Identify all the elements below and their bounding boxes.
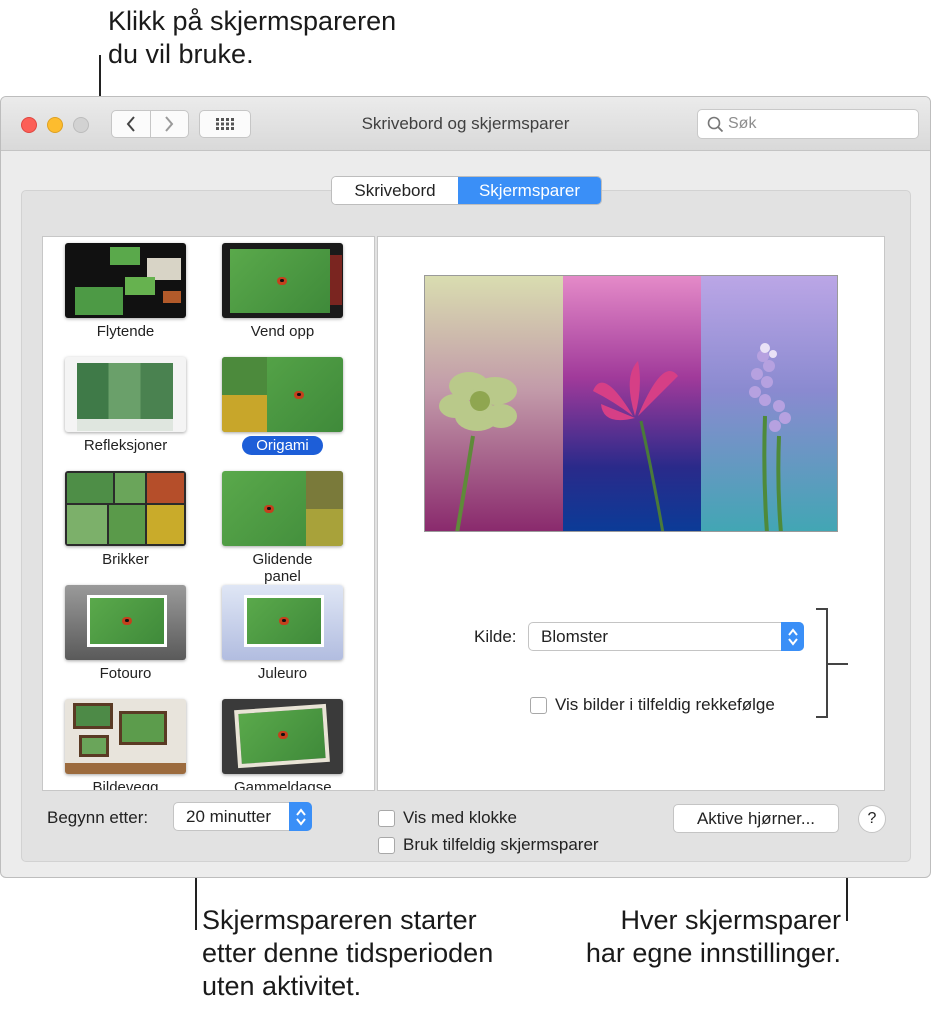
preview-panel-muscari <box>701 276 837 531</box>
search-input[interactable] <box>728 113 908 135</box>
screensaver-list[interactable]: Flytende Vend opp Refleksjoner Origami B… <box>42 236 375 791</box>
start-after-label: Begynn etter: <box>47 808 149 827</box>
callout-line: Hver skjermsparer <box>620 905 841 935</box>
random-screensaver-checkbox[interactable]: Bruk tilfeldig skjermsparer <box>378 835 599 855</box>
title-bar: Skrivebord og skjermsparer <box>1 97 930 151</box>
screensaver-label: Vend opp <box>250 323 315 340</box>
callout-bottom-left: Skjermspareren starter etter denne tidsp… <box>202 904 493 1003</box>
start-after-value: 20 minutter <box>186 807 272 826</box>
flower-illustration <box>593 361 678 531</box>
start-after-popup[interactable]: 20 minutter <box>173 802 312 831</box>
hot-corners-button[interactable]: Aktive hjørner... <box>673 804 839 833</box>
screensaver-label: Juleuro <box>257 665 308 682</box>
callout-line: uten aktivitet. <box>202 971 362 1001</box>
screensaver-item-flytende[interactable]: Flytende <box>63 243 188 341</box>
screensaver-thumbnail <box>65 699 186 774</box>
screensaver-label: Flytende <box>96 323 155 340</box>
grid-icon <box>216 118 234 130</box>
screensaver-item-fotouro[interactable]: Fotouro <box>63 585 188 683</box>
screensaver-label: Gammeldagse bilder <box>234 779 332 791</box>
minimize-button[interactable] <box>47 117 63 133</box>
screensaver-item-origami[interactable]: Origami <box>220 357 345 455</box>
screensaver-thumbnail <box>65 357 186 432</box>
callout-top: Klikk på skjermspareren du vil bruke. <box>108 5 396 71</box>
screensaver-label: Bildevegg <box>92 779 159 791</box>
search-field[interactable] <box>697 109 919 139</box>
back-forward-group <box>111 110 189 138</box>
tab-control: Skrivebord Skjermsparer <box>331 176 602 205</box>
flower-illustration <box>439 372 517 531</box>
source-value: Blomster <box>541 627 609 646</box>
screensaver-item-bildevegg[interactable]: Bildevegg <box>63 699 188 791</box>
screensaver-thumbnail <box>222 699 343 774</box>
screensaver-thumbnail <box>222 585 343 660</box>
screensaver-label: Fotouro <box>99 665 152 682</box>
screensaver-item-glidende-panel[interactable]: Glidende panel <box>220 471 345 586</box>
screensaver-thumbnail <box>222 357 343 432</box>
preview-panel-hellebore <box>425 276 563 531</box>
search-icon <box>707 116 724 133</box>
chevron-right-icon <box>165 116 174 132</box>
help-button[interactable]: ? <box>858 805 886 833</box>
show-clock-checkbox[interactable]: Vis med klokke <box>378 808 517 828</box>
back-button[interactable] <box>112 111 150 137</box>
screensaver-thumbnail <box>222 243 343 318</box>
tab-desktop[interactable]: Skrivebord <box>332 177 458 204</box>
popup-arrows-icon <box>289 802 312 831</box>
zoom-button[interactable] <box>73 117 89 133</box>
popup-arrows-icon <box>781 622 804 651</box>
show-all-button[interactable] <box>199 110 251 138</box>
screensaver-label: Glidende panel <box>252 551 313 585</box>
options-bracket-top <box>816 608 828 610</box>
close-button[interactable] <box>21 117 37 133</box>
checkbox-box[interactable] <box>378 836 395 854</box>
options-bracket-bottom <box>816 716 828 718</box>
chevron-left-icon <box>126 116 135 132</box>
screensaver-label: Origami <box>242 436 323 455</box>
source-popup[interactable]: Blomster <box>528 622 804 651</box>
options-bracket-tick <box>828 663 848 665</box>
callout-line: etter denne tidsperioden <box>202 938 494 968</box>
callout-line: du vil bruke. <box>108 39 254 69</box>
source-label: Kilde: <box>474 627 517 646</box>
screensaver-item-vend-opp[interactable]: Vend opp <box>220 243 345 341</box>
screensaver-item-gammeldagse-bilder[interactable]: Gammeldagse bilder <box>220 699 345 791</box>
screensaver-preview <box>424 275 838 532</box>
forward-button[interactable] <box>149 111 189 137</box>
callout-line: Klikk på skjermspareren <box>108 6 397 36</box>
screensaver-label: Brikker <box>102 551 149 568</box>
screensaver-thumbnail <box>65 471 186 546</box>
tab-screensaver[interactable]: Skjermsparer <box>458 177 601 204</box>
preview-panel-gloriosa <box>563 276 701 531</box>
callout-bottom-right: Hver skjermsparer har egne innstillinger… <box>565 904 841 970</box>
screensaver-thumbnail <box>65 243 186 318</box>
screensaver-thumbnail <box>222 471 343 546</box>
flower-illustration <box>749 343 791 531</box>
screensaver-options-pane: Kilde: Blomster Vis bilder i tilfeldig r… <box>377 236 885 791</box>
callout-line: har egne innstillinger. <box>585 938 841 968</box>
preferences-window: Skrivebord og skjermsparer Skrivebord Sk… <box>0 96 931 878</box>
screensaver-item-juleuro[interactable]: Juleuro <box>220 585 345 683</box>
shuffle-label: Vis bilder i tilfeldig rekkefølge <box>555 695 775 714</box>
checkbox-box[interactable] <box>378 809 395 827</box>
screensaver-thumbnail <box>65 585 186 660</box>
screensaver-item-refleksjoner[interactable]: Refleksjoner <box>63 357 188 455</box>
callout-line: Skjermspareren starter <box>202 905 477 935</box>
screensaver-label: Refleksjoner <box>83 437 168 454</box>
screensaver-item-brikker[interactable]: Brikker <box>63 471 188 569</box>
show-clock-label: Vis med klokke <box>403 808 518 827</box>
random-screensaver-label: Bruk tilfeldig skjermsparer <box>403 835 599 854</box>
checkbox-box[interactable] <box>530 696 547 714</box>
shuffle-checkbox[interactable]: Vis bilder i tilfeldig rekkefølge <box>530 695 775 715</box>
